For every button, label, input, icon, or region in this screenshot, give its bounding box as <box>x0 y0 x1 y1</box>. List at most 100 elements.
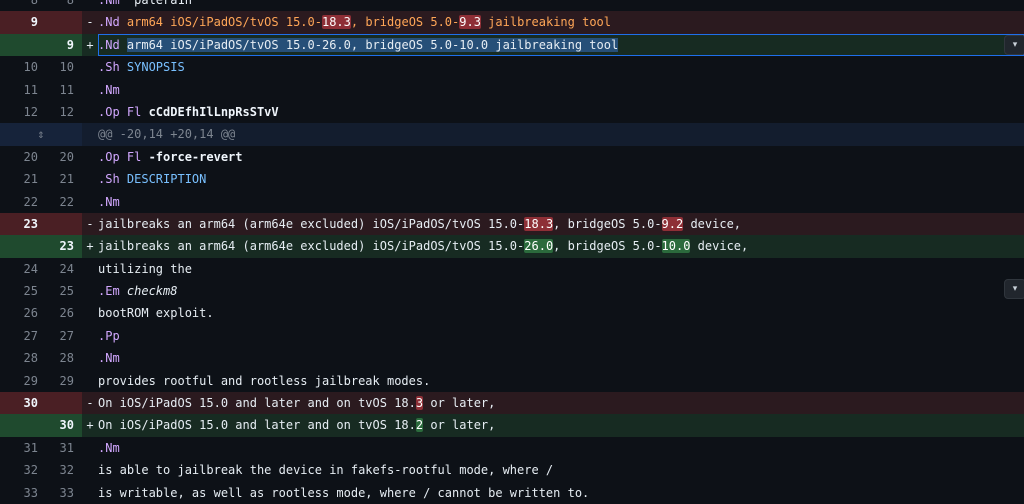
old-line-number[interactable]: 26 <box>0 302 46 324</box>
old-line-number[interactable]: 25 <box>0 280 46 302</box>
sign <box>82 101 98 123</box>
new-line-number[interactable]: 21 <box>46 168 82 190</box>
new-line-number[interactable]: 33 <box>46 482 82 504</box>
diff-line[interactable]: 8 8 .Nm palera1n <box>0 0 1024 11</box>
old-line-number[interactable]: 12 <box>0 101 46 123</box>
old-line-number[interactable] <box>0 235 46 258</box>
minus-sign: - <box>86 15 94 30</box>
old-line-number[interactable]: 11 <box>0 79 46 101</box>
code-line: jailbreaks an arm64 (arm64e excluded) iO… <box>98 213 1024 235</box>
code-token: , bridgeOS 5.0- <box>553 239 662 254</box>
sign <box>82 0 98 11</box>
new-line-number[interactable]: 10 <box>46 56 82 78</box>
code-token: .Nm <box>98 0 120 7</box>
code-token: jailbreaks an arm64 (arm64e excluded) iO… <box>98 216 525 231</box>
new-line-number[interactable]: 30 <box>46 414 82 437</box>
new-line-number[interactable]: 23 <box>46 235 82 258</box>
new-line-number[interactable]: 32 <box>46 459 82 481</box>
diff-line[interactable]: 31 31 .Nm <box>0 437 1024 459</box>
code-token: .Nm <box>98 82 120 97</box>
new-line-number[interactable]: 28 <box>46 347 82 369</box>
code-token: SYNOPSIS <box>126 60 185 75</box>
new-line-number[interactable]: 24 <box>46 258 82 280</box>
code-line: .Op Fl cCdDEfhIlLnpRsSTvV <box>98 101 1024 123</box>
old-line-number[interactable]: 29 <box>0 370 46 392</box>
diff-line[interactable]: 27 27 .Pp <box>0 325 1024 347</box>
old-line-number[interactable]: 33 <box>0 482 46 504</box>
diff-line[interactable]: 10 10 .Sh SYNOPSIS <box>0 56 1024 78</box>
diff-line[interactable]: 11 11 .Nm <box>0 79 1024 101</box>
diff-line[interactable]: 24 24 utilizing the <box>0 258 1024 280</box>
old-line-number[interactable] <box>0 33 46 57</box>
diff-line[interactable]: 21 21 .Sh DESCRIPTION <box>0 168 1024 190</box>
new-line-number[interactable] <box>46 212 82 236</box>
diff-line[interactable]: 9 - .Nd arm64 iOS/iPadOS/tvOS 15.0-18.3, b… <box>0 11 1024 34</box>
diff-line[interactable]: 26 26 bootROM exploit. <box>0 302 1024 324</box>
new-line-number[interactable] <box>46 392 82 415</box>
new-line-number[interactable]: 25 <box>46 280 82 302</box>
diff-line[interactable]: 29 29 provides rootful and rootless jailbr… <box>0 370 1024 392</box>
old-line-number[interactable]: 32 <box>0 459 46 481</box>
diff-line[interactable]: 32 32 is able to jailbreak the device in f… <box>0 459 1024 481</box>
code-token: .Sh <box>98 172 127 187</box>
old-line-number[interactable]: 30 <box>0 392 46 415</box>
hunk-header-row[interactable]: ⇕ @@ -20,14 +20,14 @@ <box>0 123 1024 146</box>
diff-line[interactable]: 30 - On iOS/iPadOS 15.0 and later and on t… <box>0 392 1024 415</box>
line-options-button[interactable]: ▾ <box>1004 35 1024 55</box>
old-line-number[interactable]: 21 <box>0 168 46 190</box>
code-line: bootROM exploit. <box>98 302 1024 324</box>
diff-line[interactable]: 23 - jailbreaks an arm64 (arm64e excluded)… <box>0 212 1024 236</box>
diff-line[interactable]: 9 + .Nd arm64 iOS/iPadOS/tvOS 15.0-26.0, b… <box>0 33 1024 57</box>
new-line-number[interactable]: 26 <box>46 302 82 324</box>
minus-sign: - <box>86 396 94 411</box>
old-line-number[interactable]: 24 <box>0 258 46 280</box>
diff-line[interactable]: 12 12 .Op Fl cCdDEfhIlLnpRsSTvV <box>0 101 1024 123</box>
diff-line[interactable]: 23 + jailbreaks an arm64 (arm64e excluded)… <box>0 235 1024 258</box>
diff-line[interactable]: 33 33 is writable, as well as rootless mod… <box>0 482 1024 504</box>
diff-line[interactable]: 22 22 .Nm <box>0 191 1024 213</box>
plus-sign: + <box>86 239 94 254</box>
code-token: 9.3 <box>459 15 481 30</box>
new-line-number[interactable]: 22 <box>46 191 82 213</box>
old-line-number[interactable]: 8 <box>0 0 46 11</box>
old-line-number[interactable]: 27 <box>0 325 46 347</box>
plus-sign: + <box>86 418 94 433</box>
code-token: , bridgeOS 5.0- <box>553 216 662 231</box>
old-line-number[interactable]: 31 <box>0 437 46 459</box>
new-line-number[interactable]: 31 <box>46 437 82 459</box>
code-line: .Sh DESCRIPTION <box>98 168 1024 190</box>
code-token: utilizing the <box>98 261 192 276</box>
code-token: device, <box>683 216 742 231</box>
new-line-number[interactable]: 8 <box>46 0 82 11</box>
old-line-number[interactable]: 10 <box>0 56 46 78</box>
new-line-number[interactable]: 9 <box>46 33 82 57</box>
old-line-number[interactable]: 28 <box>0 347 46 369</box>
diff-line[interactable]: 25 25 .Em checkm8 <box>0 280 1024 302</box>
sign <box>82 370 98 392</box>
new-line-number[interactable]: 27 <box>46 325 82 347</box>
code-token: is writable, as well as rootless mode, w… <box>98 485 590 500</box>
new-line-number[interactable]: 11 <box>46 79 82 101</box>
old-line-number[interactable]: 20 <box>0 146 46 168</box>
code-token: jailbreaking tool <box>480 15 611 30</box>
diff-line[interactable]: 20 20 .Op Fl -force-revert <box>0 146 1024 168</box>
line-options-button[interactable]: ▾ <box>1004 279 1024 299</box>
diff-line[interactable]: 30 + On iOS/iPadOS 15.0 and later and on t… <box>0 414 1024 437</box>
minus-sign: - <box>86 216 94 231</box>
code-token: -force-revert <box>148 149 243 164</box>
old-line-number[interactable]: 23 <box>0 212 46 236</box>
new-line-number[interactable] <box>46 11 82 34</box>
code-token: or later, <box>423 396 496 411</box>
code-token: .Em <box>98 284 127 299</box>
diff-line[interactable]: 28 28 .Nm <box>0 347 1024 369</box>
old-line-number[interactable]: 9 <box>0 11 46 34</box>
code-token: .Nm <box>98 440 120 455</box>
new-line-number[interactable]: 20 <box>46 146 82 168</box>
code-token: .Pp <box>98 328 120 343</box>
new-line-number[interactable]: 12 <box>46 101 82 123</box>
new-line-number[interactable]: 29 <box>46 370 82 392</box>
old-line-number[interactable]: 22 <box>0 191 46 213</box>
expand-icon[interactable]: ⇕ <box>0 123 82 145</box>
old-line-number[interactable] <box>0 414 46 437</box>
code-token: .Op Fl <box>98 149 149 164</box>
